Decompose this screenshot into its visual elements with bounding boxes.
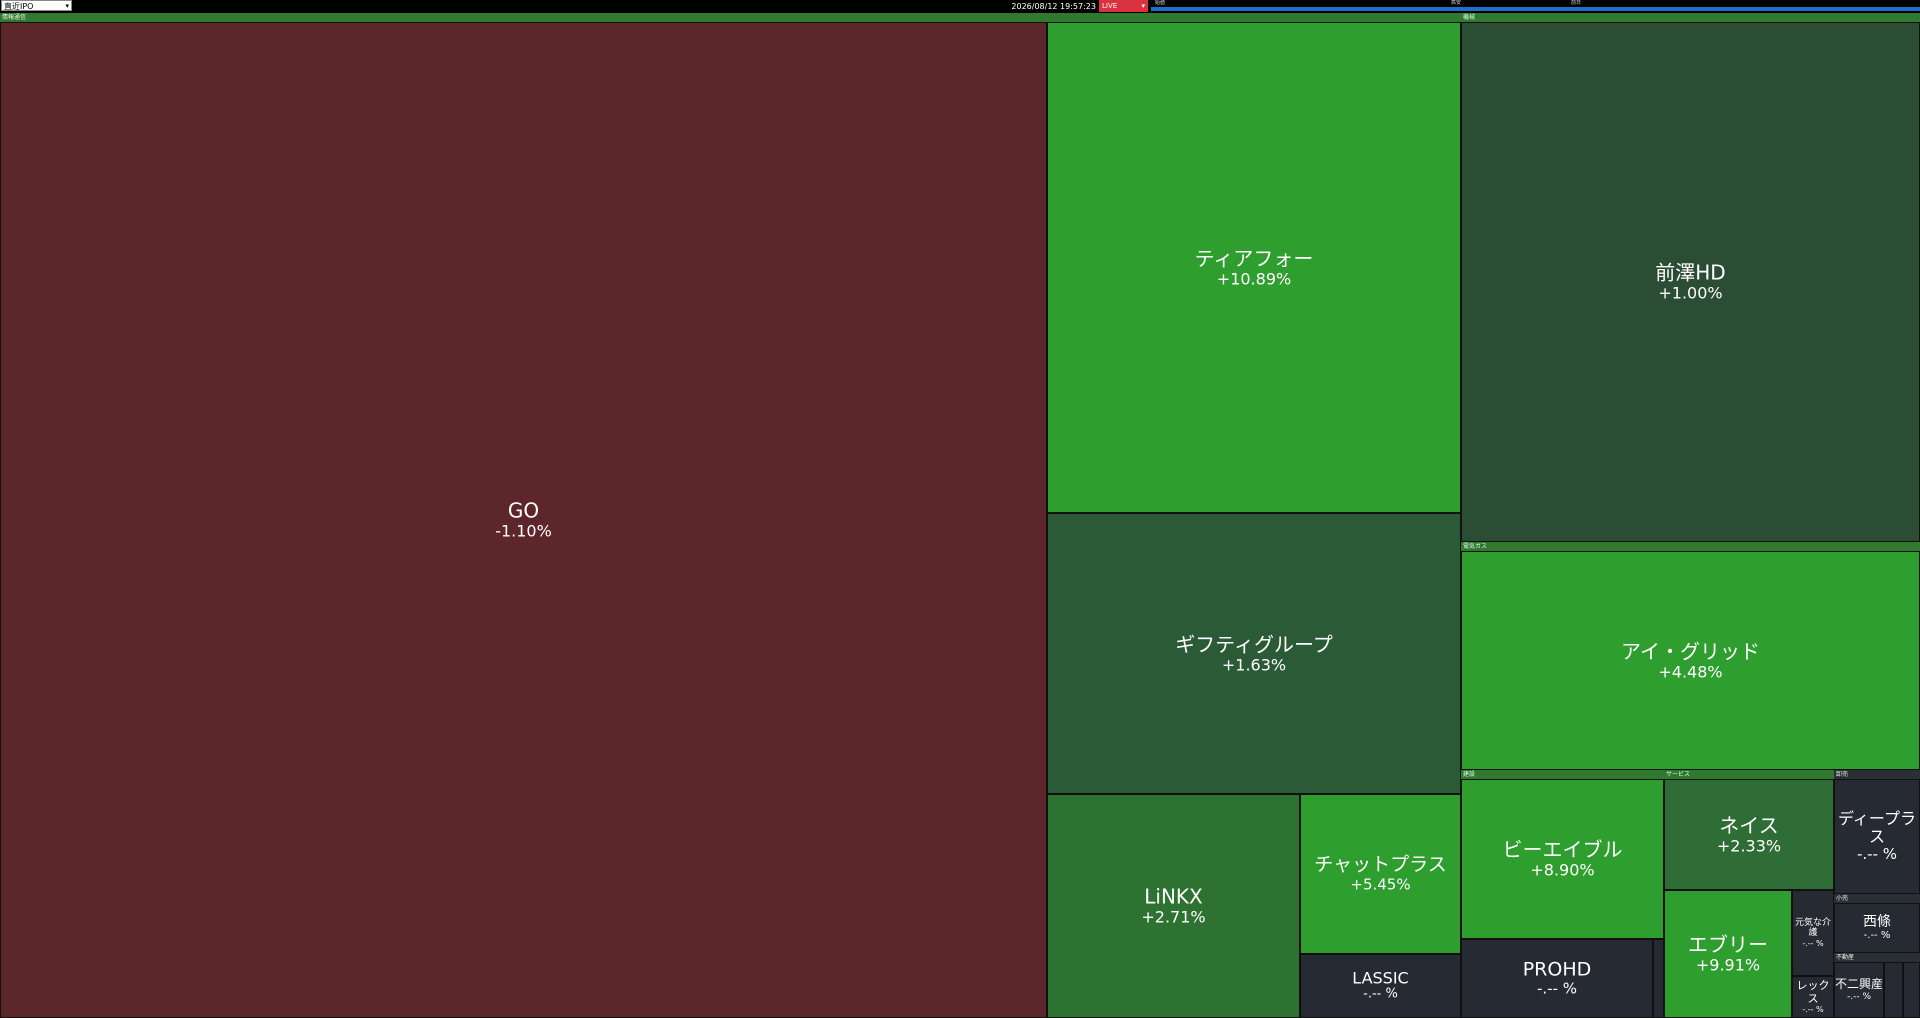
sector-header-service: サービス [1664,770,1834,779]
tile-linkx-name: LiNKX [1144,884,1203,909]
sector-header-electric-gas: 電気ガス [1461,542,1920,551]
tile-neis[interactable]: ネイス +2.33% [1664,779,1834,890]
sector-header-realestate: 不動産 [1834,953,1920,962]
tile-prohd-pct: -.-- % [1536,979,1578,998]
legend-label-range: 高安 [1451,0,1462,6]
tile-beable[interactable]: ビーエイブル +8.90% [1461,779,1664,939]
sector-header-chemical: 建設 [1461,770,1664,779]
top-toolbar: 直近IPO ▾ 2026/08/12 19:57:23 LIVE ▾ 始値 高安… [0,0,1920,13]
tile-neis-pct: +2.33% [1716,835,1782,855]
mode-select-value: LIVE [1102,2,1118,10]
tile-linkx-pct: +2.71% [1141,907,1206,927]
chevron-down-icon: ▾ [1141,2,1145,10]
tile-igrid[interactable]: アイ・グリッド +4.48% [1461,551,1920,770]
legend-label-prev: 前日 [1571,0,1582,6]
tile-igrid-name: アイ・グリッド [1621,638,1760,663]
mode-select[interactable]: LIVE ▾ [1099,0,1148,12]
tile-giftee-pct: +1.63% [1221,654,1287,674]
tile-prohd-name: PROHD [1522,957,1592,980]
tile-lassic-pct: -.-- % [1363,986,1398,1002]
tile-fuji[interactable]: 不二興産 -.-- % [1834,962,1884,1018]
tile-go[interactable]: GO -1.10% [0,22,1047,1018]
legend-bar [1151,7,1920,11]
tile-go-pct: -1.10% [495,521,552,541]
tile-nishijo[interactable]: 西條 -.-- % [1834,903,1920,953]
tile-chatplus-name: チャットプラス [1314,853,1447,876]
tile-chatplus-pct: +5.45% [1350,875,1411,894]
tile-fuji-name: 不二興産 [1835,976,1884,991]
tile-genki[interactable]: 元気な介護 -.-- % [1792,890,1834,976]
timestamp: 2026/08/12 19:57:23 [1011,2,1096,11]
tile-rex-pct: -.-- % [1802,1005,1824,1015]
tile-chatplus[interactable]: チャットプラス +5.45% [1300,794,1461,954]
tile-every-pct: +9.91% [1695,955,1761,975]
sector-header-retail: 小売 [1834,894,1920,903]
tile-maezawa-pct: +1.00% [1658,283,1723,303]
tile-genki-name: 元気な介護 [1794,918,1831,939]
tile-tier4-pct: +10.89% [1216,268,1292,288]
market-select[interactable]: 直近IPO ▾ [1,0,72,11]
tile-small-realestate-1[interactable] [1884,962,1903,1018]
tile-small-realestate-2[interactable] [1903,962,1920,1018]
tile-giftee-name: ギフティグループ [1175,631,1333,656]
tile-maezawa-name: 前澤HD [1655,260,1726,285]
tile-prohd[interactable]: PROHD -.-- % [1461,939,1653,1018]
tile-every-name: エブリー [1688,932,1768,957]
tile-maezawa[interactable]: 前澤HD +1.00% [1461,22,1920,542]
tile-nishijo-pct: -.-- % [1863,930,1891,942]
tile-dplus[interactable]: ディープラス -.-- % [1834,779,1920,894]
tile-nishijo-name: 西條 [1863,914,1891,931]
tile-beable-name: ビーエイブル [1502,837,1623,862]
market-select-value: 直近IPO [4,2,34,11]
legend-label-open: 始値 [1155,0,1166,6]
sector-header-wholesale: 卸売 [1834,770,1920,779]
tile-rex[interactable]: レックス -.-- % [1792,976,1834,1018]
tile-tier4-name: ティアフォー [1194,245,1314,270]
chevron-down-icon: ▾ [65,2,69,10]
range-legend: 始値 高安 前日 [1151,0,1920,13]
tile-linkx[interactable]: LiNKX +2.71% [1047,794,1300,1018]
tile-small-construction[interactable] [1653,939,1664,1018]
sector-header-machinery: 機械 [1461,13,1920,22]
tile-beable-pct: +8.90% [1530,860,1595,880]
tile-giftee[interactable]: ギフティグループ +1.63% [1047,513,1461,794]
tile-igrid-pct: +4.48% [1658,661,1723,681]
sector-header-info-comm: 情報通信 [0,13,1461,22]
tile-rex-name: レックス [1796,978,1830,1005]
tile-go-name: GO [507,498,540,523]
tile-lassic-name: LASSIC [1352,968,1409,988]
tile-lassic[interactable]: LASSIC -.-- % [1300,954,1461,1018]
tile-genki-pct: -.-- % [1802,938,1824,948]
tile-dplus-pct: -.-- % [1856,845,1898,864]
tile-every[interactable]: エブリー +9.91% [1664,890,1792,1018]
tile-neis-name: ネイス [1719,812,1779,837]
tile-dplus-name: ディープラス [1838,808,1916,846]
tile-fuji-pct: -.-- % [1846,991,1872,1002]
tile-tier4[interactable]: ティアフォー +10.89% [1047,22,1461,513]
